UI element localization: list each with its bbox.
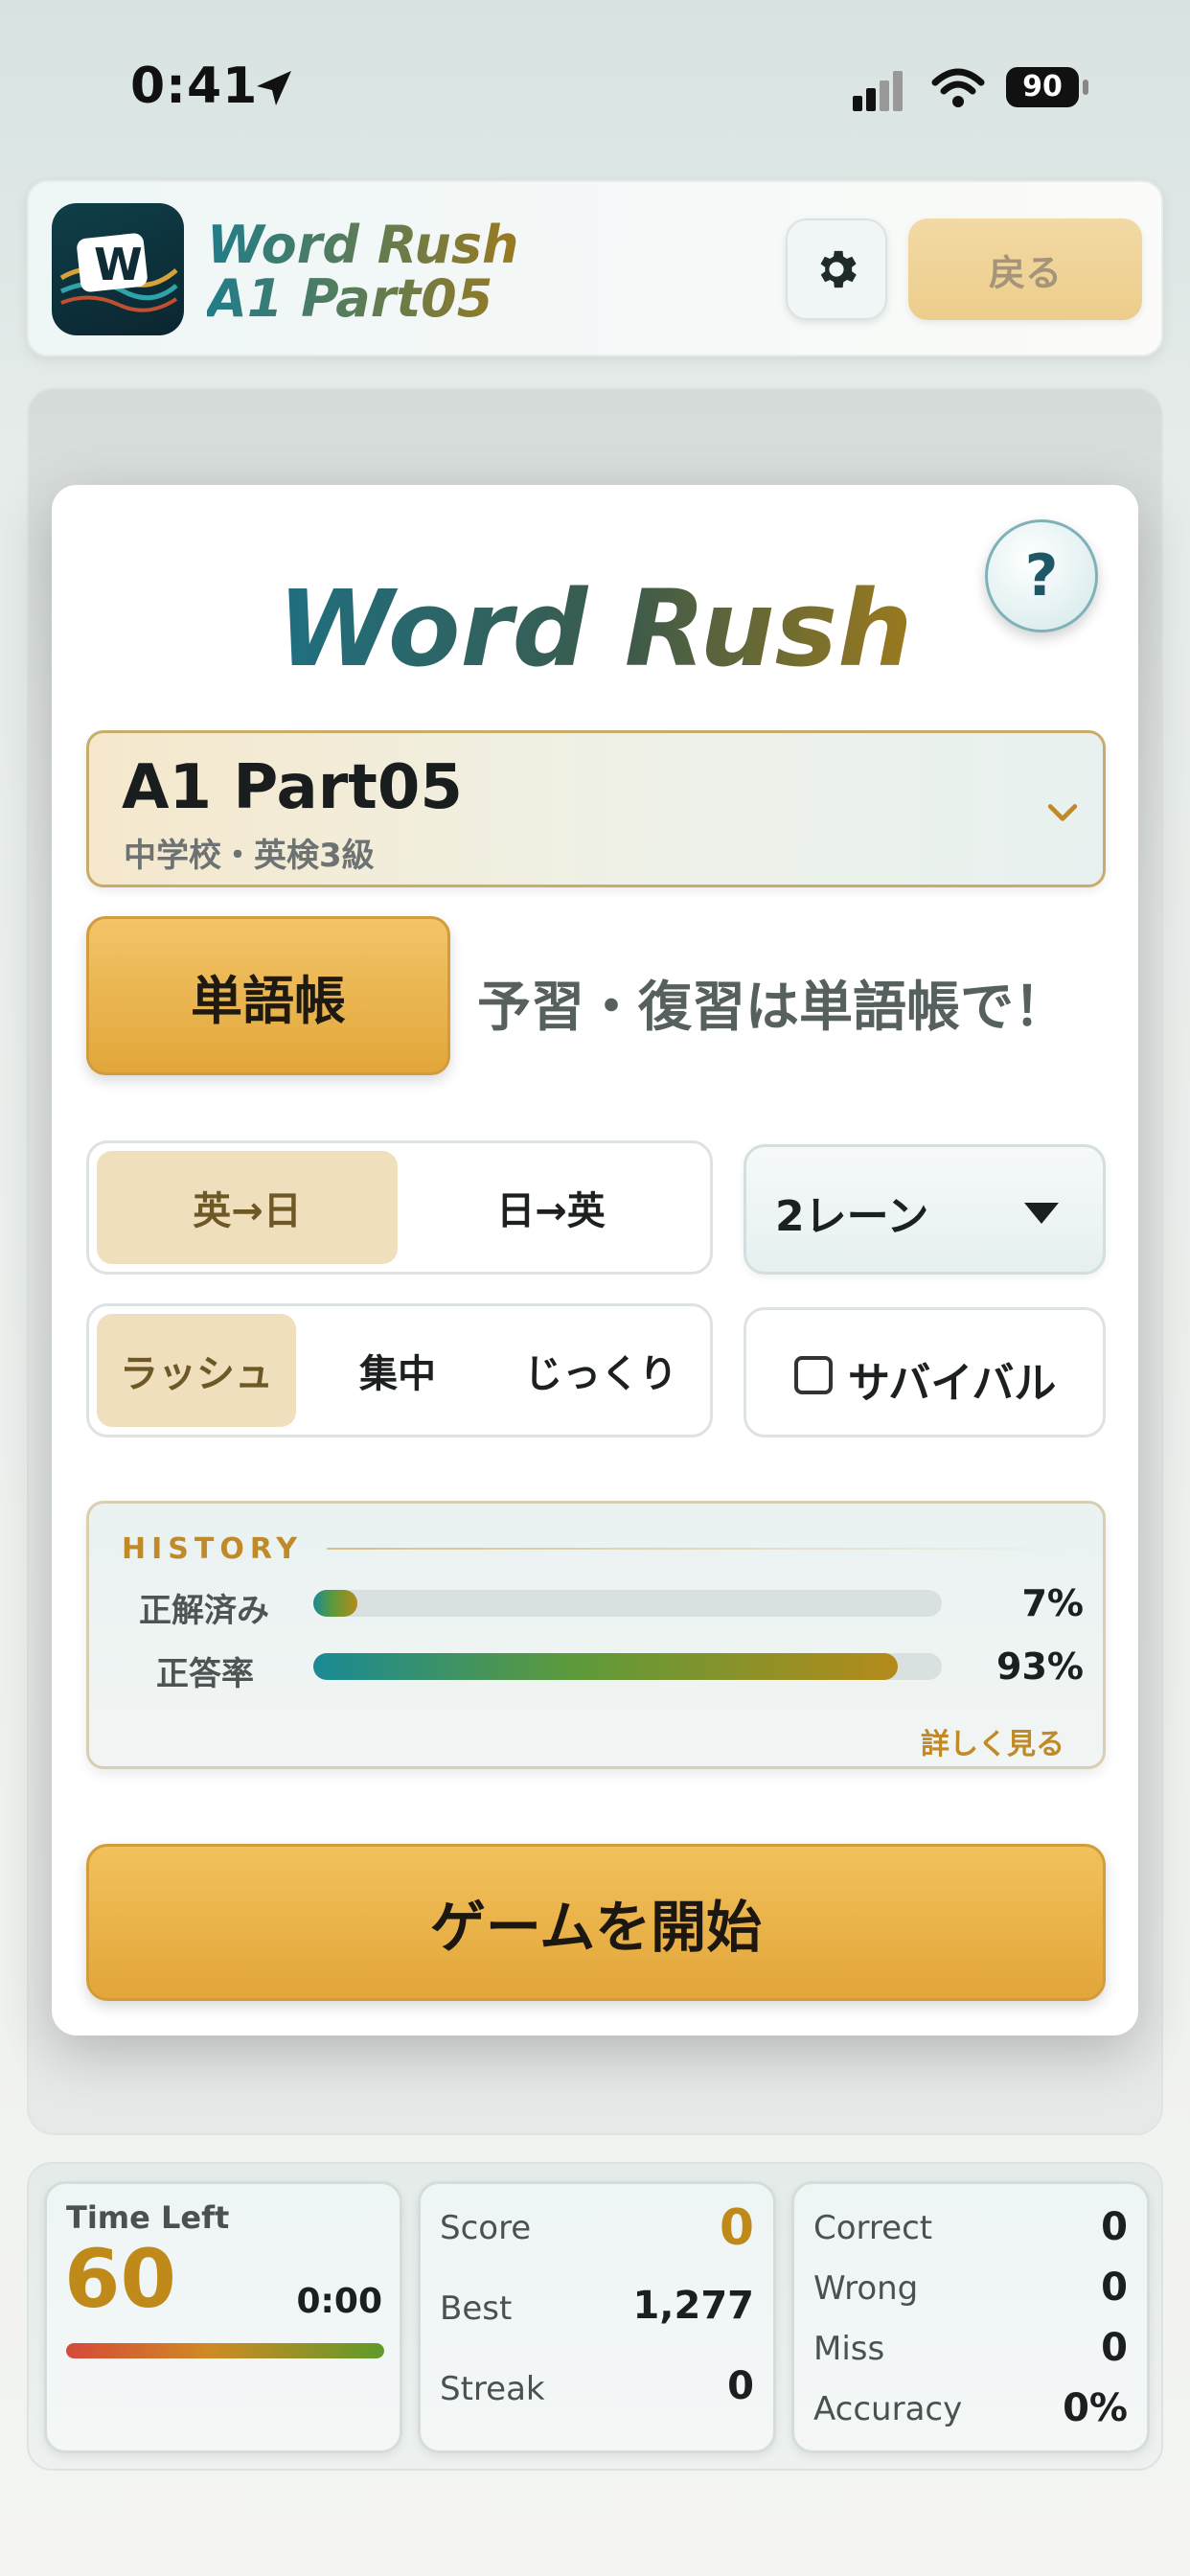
correct-value: 0	[1101, 2205, 1128, 2249]
history-fill-accuracy	[313, 1653, 899, 1680]
header-title-line1: Word Rush	[207, 215, 519, 275]
wifi-icon	[931, 68, 985, 107]
score-card: Score 0 Best 1,277 Streak 0	[418, 2181, 776, 2453]
app-logo: W	[52, 203, 184, 335]
mode-option-focus[interactable]: 集中	[298, 1314, 497, 1427]
mode-option-rush[interactable]: ラッシュ	[97, 1314, 296, 1427]
app-header: W Word Rush A1 Part05 戻る	[27, 180, 1163, 356]
header-title-line2: A1 Part05	[207, 268, 493, 329]
streak-label: Streak	[440, 2370, 545, 2408]
history-fill-completed	[313, 1590, 357, 1617]
status-time: 0:41	[130, 58, 259, 115]
history-value-completed: 7%	[1021, 1582, 1084, 1624]
direction-option-en-ja[interactable]: 英→日	[97, 1151, 398, 1264]
gear-icon	[820, 250, 857, 288]
best-label: Best	[440, 2289, 513, 2328]
mode-toggle: ラッシュ 集中 じっくり	[86, 1303, 713, 1438]
time-left-label: Time Left	[66, 2199, 230, 2236]
accuracy-label: Accuracy	[813, 2390, 963, 2428]
survival-checkbox[interactable]	[794, 1356, 833, 1394]
best-value: 1,277	[632, 2284, 754, 2328]
score-value: 0	[719, 2199, 754, 2257]
status-bar: 0:41 90	[0, 0, 1190, 172]
history-divider	[327, 1548, 1074, 1550]
battery-icon: 90	[1006, 67, 1088, 107]
stats-bar: Time Left 60 0:00 Score 0 Best 1,277 Str…	[27, 2162, 1163, 2471]
cellular-signal-icon	[853, 71, 903, 111]
logo-letter: W	[94, 239, 143, 290]
time-elapsed: 0:00	[296, 2282, 382, 2321]
chevron-down-icon	[1047, 804, 1078, 821]
streak-value: 0	[727, 2364, 754, 2408]
history-value-accuracy: 93%	[996, 1645, 1084, 1688]
game-setup-modal: ? Word Rush A1 Part05 中学校・英検3級 単語帳 予習・復習…	[52, 485, 1138, 2036]
time-progress-bar	[66, 2343, 384, 2358]
wordbook-button[interactable]: 単語帳	[86, 916, 450, 1075]
direction-toggle: 英→日 日→英	[86, 1140, 713, 1275]
time-progress-fill	[66, 2343, 384, 2358]
miss-label: Miss	[813, 2330, 885, 2368]
counts-card: Correct 0 Wrong 0 Miss 0 Accuracy 0%	[791, 2181, 1150, 2453]
wrong-label: Wrong	[813, 2269, 919, 2308]
location-arrow-icon	[257, 71, 291, 105]
modal-title-text: Word Rush	[277, 567, 913, 690]
battery-tip	[1083, 80, 1088, 95]
dropdown-arrow-icon	[1024, 1203, 1059, 1224]
history-bar-accuracy	[313, 1653, 942, 1680]
wrong-value: 0	[1101, 2266, 1128, 2310]
word-set-name: A1 Part05	[122, 752, 463, 823]
correct-label: Correct	[813, 2209, 933, 2247]
word-rush-logo: W	[59, 233, 178, 312]
battery-level: 90	[1006, 67, 1079, 107]
settings-button[interactable]	[786, 218, 887, 320]
time-left-card: Time Left 60 0:00	[44, 2181, 402, 2453]
back-button[interactable]: 戻る	[908, 218, 1142, 320]
start-game-button[interactable]: ゲームを開始	[86, 1844, 1106, 2001]
time-left-value: 60	[64, 2232, 176, 2326]
lane-select-value: 2レーン	[775, 1192, 929, 1241]
accuracy-value: 0%	[1063, 2386, 1128, 2430]
direction-option-ja-en[interactable]: 日→英	[400, 1151, 702, 1264]
survival-toggle[interactable]: サバイバル	[744, 1307, 1106, 1438]
modal-title: Word Rush	[52, 567, 1138, 690]
history-panel: HISTORY 正解済み 7% 正答率 93% 詳しく見る	[86, 1501, 1106, 1769]
mode-option-careful[interactable]: じっくり	[499, 1314, 702, 1427]
word-set-subtitle: 中学校・英検3級	[124, 837, 375, 875]
miss-value: 0	[1101, 2326, 1128, 2370]
history-title: HISTORY	[122, 1532, 304, 1566]
lane-select[interactable]: 2レーン	[744, 1144, 1106, 1275]
history-label-completed: 正解済み	[139, 1592, 269, 1630]
survival-label: サバイバル	[848, 1359, 1057, 1408]
score-label: Score	[440, 2209, 532, 2247]
wordbook-hint: 予習・復習は単語帳で！	[477, 977, 1067, 1039]
history-label-accuracy: 正答率	[156, 1655, 254, 1693]
history-detail-link[interactable]: 詳しく見る	[921, 1720, 1064, 1762]
header-title: Word Rush A1 Part05	[207, 218, 518, 326]
word-set-select[interactable]: A1 Part05 中学校・英検3級	[86, 730, 1106, 887]
history-bar-completed	[313, 1590, 942, 1617]
